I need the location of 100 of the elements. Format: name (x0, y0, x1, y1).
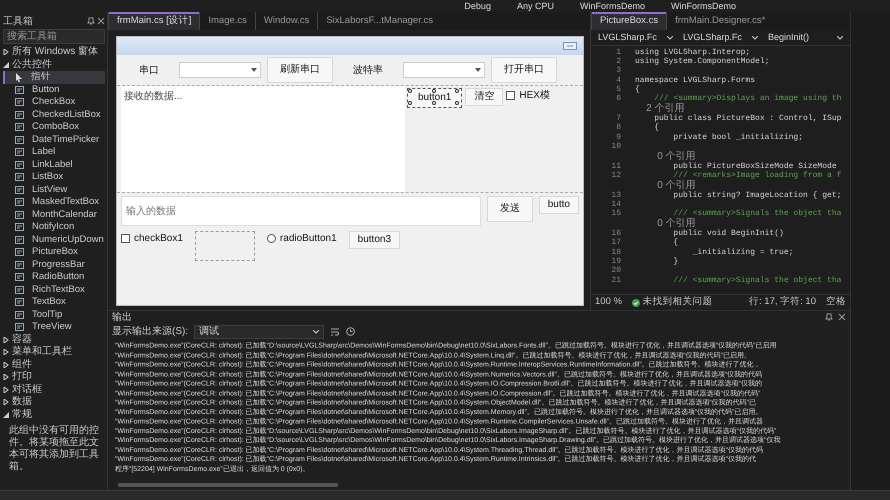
control-icon (15, 210, 24, 219)
toolbar-dropdown[interactable]: WinFormsDemo (666, 0, 740, 12)
toolbox-item[interactable]: RadioButton (3, 271, 105, 284)
toolbox-item[interactable]: Label (3, 146, 105, 158)
toolbox-item[interactable]: MaskedTextBox (3, 196, 105, 208)
maximize-icon[interactable] (563, 42, 577, 50)
toolbox-item[interactable]: ListBox (3, 171, 105, 184)
expand-icon[interactable] (3, 399, 9, 406)
group-header[interactable]: 打印 (12, 371, 32, 384)
expand-icon[interactable] (3, 374, 9, 380)
line-number: 18 (610, 246, 622, 258)
checkbox[interactable]: checkBox1 (121, 231, 183, 246)
reference-count[interactable]: 0 个引用 (635, 180, 696, 191)
expand-icon[interactable] (3, 349, 9, 356)
group-header[interactable]: 容器 (12, 334, 32, 346)
toolbox-item[interactable]: NumericUpDown (3, 234, 105, 246)
toolbox-item[interactable]: Button (3, 84, 105, 96)
checkbox[interactable]: HEX模 (506, 88, 550, 103)
toolbox-item[interactable]: ListView (3, 184, 105, 196)
control-icon (15, 248, 24, 256)
toolbox-item[interactable]: ComboBox (3, 121, 105, 134)
group-header[interactable]: 菜单和工具栏 (12, 346, 72, 358)
document-tab[interactable]: PictureBox.cs (591, 12, 666, 30)
cursor-position: 行: 17, 字符: 10 (749, 295, 816, 310)
toolbox-item[interactable]: MonthCalendar (3, 208, 105, 221)
toolbox-item[interactable]: 指针 (3, 71, 105, 84)
expand-icon[interactable] (3, 362, 9, 368)
form-button[interactable]: 刷新串口 (267, 57, 333, 83)
close-icon[interactable] (97, 17, 105, 25)
toolbar-dropdown[interactable]: Debug (460, 0, 495, 12)
expand-icon[interactable] (3, 336, 9, 343)
toolbox-item[interactable]: LinkLabel (3, 158, 105, 171)
line-number: 1 (615, 46, 622, 58)
code-line: { (653, 122, 660, 134)
document-tab[interactable]: frmMain.cs [设计] (108, 12, 200, 30)
collapse-icon[interactable] (3, 412, 9, 418)
line-number: 6 (615, 93, 622, 106)
line-number: 14 (610, 199, 622, 210)
toolbox-item[interactable]: DateTimePicker (3, 134, 105, 146)
control-icon (15, 310, 24, 319)
reference-count[interactable]: 0 个引用 (635, 219, 696, 230)
send-text-box[interactable]: 输入的数据 (121, 196, 481, 226)
expand-icon[interactable] (3, 386, 9, 393)
line-number: 2 (615, 56, 622, 66)
group-header[interactable]: 所有 Windows 窗体 (12, 46, 98, 58)
indent-mode[interactable]: 空格 (826, 295, 846, 310)
document-tab[interactable]: frmMain.Designer.cs* (666, 12, 774, 30)
toolbox-item[interactable]: PictureBox (3, 246, 105, 258)
scrollbar[interactable] (118, 483, 338, 487)
navigation-text: LVGLSharp.Fc (683, 30, 742, 44)
form-button[interactable]: button1 (407, 88, 462, 108)
word-wrap-icon[interactable] (330, 327, 340, 336)
toolbox-item[interactable]: TreeView (3, 321, 105, 334)
reference-count[interactable]: 2 个引用 (635, 104, 684, 114)
navigation-dropdown[interactable]: LVGLSharp.Fc (680, 30, 761, 44)
issues-status[interactable]: 未找到相关问题 (642, 295, 712, 310)
form-button[interactable]: 清空 (465, 88, 504, 106)
toolbox-item[interactable]: CheckedListBox (3, 108, 105, 121)
toolbox-item[interactable]: TextBox (3, 296, 105, 308)
line-number: 13 (610, 190, 622, 200)
toolbox-item[interactable]: NotifyIcon (3, 221, 105, 234)
toolbar-dropdown[interactable]: Any CPU (512, 0, 558, 12)
form-button[interactable]: 发送 (486, 196, 533, 222)
collapse-icon[interactable] (3, 62, 9, 68)
dropdown-icon (475, 68, 481, 72)
search-field[interactable]: 搜索工具箱 (3, 29, 105, 44)
form-button[interactable]: butto (538, 196, 579, 214)
form-button[interactable]: 打开串口 (491, 57, 557, 83)
panel-title: 工具箱 (3, 14, 33, 28)
receive-text-box[interactable]: 接收的数据... (121, 86, 405, 192)
toolbox-item[interactable]: ProgressBar (3, 258, 105, 271)
code-line: public string? ImageLocation { get; (672, 190, 842, 202)
code-line: public PictureBoxSizeMode SizeMode (672, 160, 837, 171)
pin-icon[interactable] (86, 17, 94, 25)
code-comment: /// <remarks>Image loading from a f (672, 170, 842, 180)
navigation-dropdown[interactable]: LVGLSharp.Fc (595, 30, 676, 44)
group-header[interactable]: 对话框 (12, 384, 42, 396)
group-header[interactable]: 常规 (12, 408, 32, 421)
form-button[interactable]: button3 (348, 231, 400, 249)
pin-icon[interactable] (825, 313, 833, 321)
toolbox-item[interactable]: ToolTip (3, 308, 105, 321)
code-line: } (672, 256, 678, 268)
group-header[interactable]: 组件 (12, 358, 32, 371)
toolbox-item[interactable]: RichTextBox (3, 284, 105, 296)
line-number: 17 (610, 237, 622, 248)
clock-icon[interactable] (346, 327, 356, 336)
control-icon (15, 323, 24, 332)
navigation-text: LVGLSharp.Fc (598, 30, 657, 44)
line-number: 3 (615, 65, 622, 76)
group-header[interactable]: 数据 (12, 396, 32, 408)
group-header[interactable]: 公共控件 (12, 58, 52, 71)
source-dropdown[interactable]: 调试 (194, 324, 324, 338)
zoom-dropdown[interactable]: 100 % (595, 295, 622, 310)
radio-button[interactable]: radioButton1 (266, 231, 337, 246)
navigation-dropdown[interactable]: BeginInit() (765, 30, 846, 44)
reference-count[interactable]: 0 个引用 (635, 152, 696, 162)
expand-icon[interactable] (3, 49, 9, 56)
toolbox-item[interactable]: CheckBox (3, 96, 105, 108)
toolbar-dropdown[interactable]: WinFormsDemo (576, 0, 649, 12)
close-icon[interactable] (838, 313, 846, 321)
